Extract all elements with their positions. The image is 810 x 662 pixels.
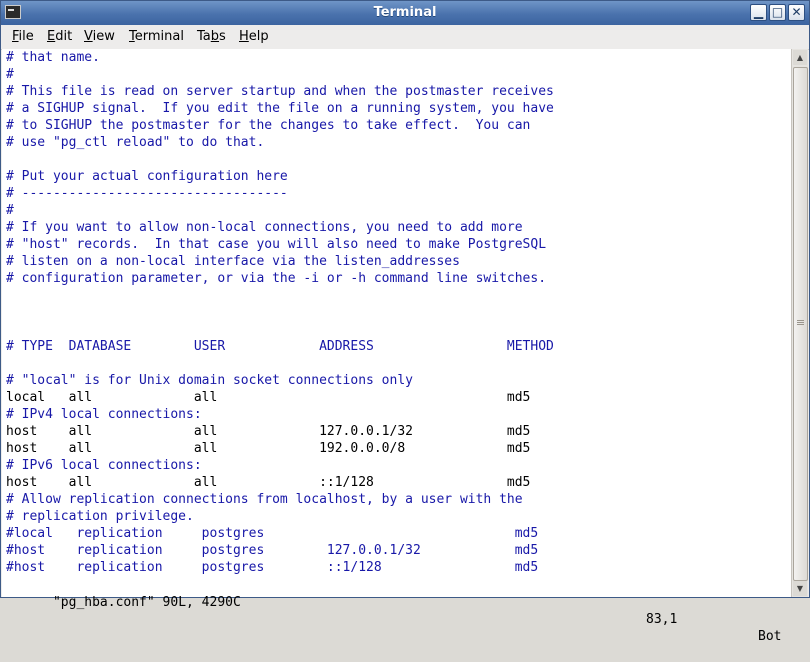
scroll-down-button[interactable]: ▼ [793, 581, 807, 596]
vim-status-line: "pg_hba.conf" 90L, 4290C 83,1 Bot [6, 577, 786, 644]
status-file-info: "pg_hba.conf" 90L, 4290C [52, 595, 241, 610]
close-icon: ✕ [791, 5, 802, 19]
terminal-line: # [6, 203, 14, 218]
scrollbar-thumb[interactable] [793, 67, 808, 581]
terminal-line: # that name. [6, 50, 100, 65]
terminal-line: # to SIGHUP the postmaster for the chang… [6, 118, 531, 133]
terminal-line: # If you want to allow non-local connect… [6, 220, 523, 235]
terminal-line: # a SIGHUP signal. If you edit the file … [6, 101, 554, 116]
status-cursor-position: 83,1 [646, 612, 678, 627]
terminal-line: # configuration parameter, or via the -i… [6, 271, 547, 286]
menu-edit[interactable]: Edit [47, 29, 72, 44]
grip-icon [797, 320, 804, 321]
terminal-line: # listen on a non-local interface via th… [6, 254, 460, 269]
terminal-line: # use "pg_ctl reload" to do that. [6, 135, 265, 150]
menu-bar: File Edit View Terminal Tabs Help [1, 25, 809, 50]
minimize-icon: ▁ [753, 5, 764, 19]
status-scroll-position: Bot [758, 629, 782, 644]
terminal-line: #host replication postgres ::1/128 md5 [6, 560, 539, 575]
vertical-scrollbar[interactable]: ▲ ▼ [791, 49, 808, 597]
terminal-line: # Put your actual configuration here [6, 169, 288, 184]
terminal-line: # Allow replication connections from loc… [6, 492, 523, 507]
terminal-line: # [6, 67, 14, 82]
terminal-line: # "host" records. In that case you will … [6, 237, 547, 252]
terminal-line: #local replication postgres md5 [6, 526, 539, 541]
maximize-button[interactable]: □ [769, 4, 786, 21]
menu-help[interactable]: Help [239, 29, 269, 44]
title-bar[interactable]: Terminal ▁ □ ✕ [1, 1, 809, 25]
menu-tabs[interactable]: Tabs [197, 29, 226, 44]
terminal-line: # replication privilege. [6, 509, 194, 524]
terminal-window: Terminal ▁ □ ✕ File Edit View Terminal T… [0, 0, 810, 644]
terminal-line: host all all 192.0.0.0/8 md5 [6, 441, 531, 456]
terminal-line: # This file is read on server startup an… [6, 84, 554, 99]
terminal-line: # ---------------------------------- [6, 186, 288, 201]
arrow-up-icon: ▲ [796, 53, 804, 62]
menu-file[interactable]: File [12, 29, 34, 44]
terminal-line: # IPv6 local connections: [6, 458, 202, 473]
scroll-up-button[interactable]: ▲ [793, 50, 807, 65]
terminal-line: local all all md5 [6, 390, 531, 405]
menu-terminal[interactable]: Terminal [129, 29, 184, 44]
terminal-line: # IPv4 local connections: [6, 407, 202, 422]
terminal-line: host all all ::1/128 md5 [6, 475, 531, 490]
close-button[interactable]: ✕ [788, 4, 805, 21]
terminal-content[interactable]: # that name. # # This file is read on serv… [2, 49, 791, 644]
minimize-button[interactable]: ▁ [750, 4, 767, 21]
menu-view[interactable]: View [84, 29, 115, 44]
terminal-text[interactable]: # that name. # # This file is read on serv… [6, 49, 554, 576]
terminal-line: #host replication postgres 127.0.0.1/32 … [6, 543, 539, 558]
maximize-icon: □ [771, 5, 784, 19]
terminal-line: # TYPE DATABASE USER ADDRESS METHOD [6, 339, 554, 354]
arrow-down-icon: ▼ [796, 584, 804, 593]
terminal-line: # "local" is for Unix domain socket conn… [6, 373, 413, 388]
window-title: Terminal [373, 5, 437, 20]
terminal-line: host all all 127.0.0.1/32 md5 [6, 424, 531, 439]
